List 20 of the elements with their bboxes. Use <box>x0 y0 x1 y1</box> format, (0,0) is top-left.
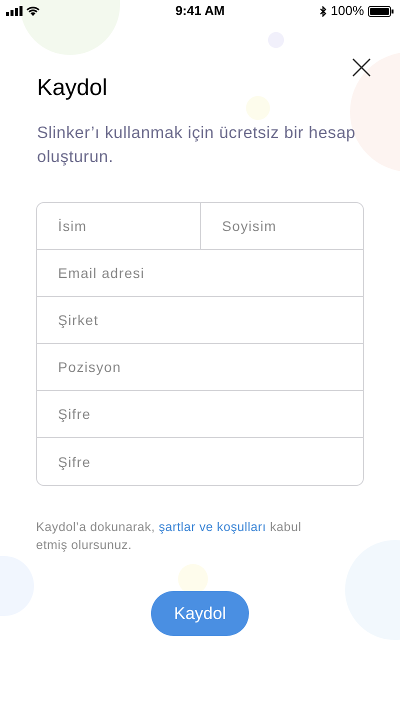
subtitle: Slinker’ı kullanmak için ücretsiz bir hesap oluşturun. <box>37 123 357 168</box>
name-field[interactable]: Soyisim <box>201 203 363 249</box>
input-field[interactable]: Şifre <box>37 391 363 438</box>
battery-percent: 100% <box>330 2 364 20</box>
signup-button[interactable]: Kaydol <box>151 591 249 636</box>
terms-link[interactable]: şartlar ve koşulları <box>158 520 266 534</box>
close-icon <box>352 58 370 76</box>
input-field[interactable]: Şifre <box>37 438 363 485</box>
input-field[interactable]: Şirket <box>37 297 363 344</box>
terms-text: Kaydol’a dokunarak, şartlar ve koşulları kabul etmiş olursunuz. <box>36 519 302 554</box>
bluetooth-icon <box>320 6 327 16</box>
input-field[interactable]: Email adresi <box>37 250 363 297</box>
signal-icon <box>6 6 23 16</box>
status-time: 9:41 AM <box>175 2 225 20</box>
close-button[interactable] <box>350 56 372 78</box>
battery-icon <box>368 6 394 16</box>
page-title: Kaydol <box>37 73 108 102</box>
name-field[interactable]: İsim <box>37 203 201 249</box>
wifi-icon <box>26 6 40 16</box>
input-field[interactable]: Pozisyon <box>37 344 363 391</box>
